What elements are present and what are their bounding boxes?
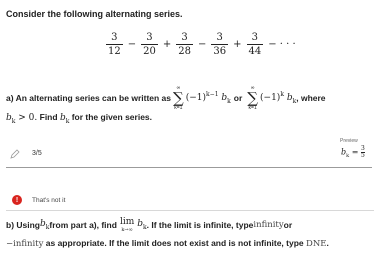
feedback-text: That's not it	[32, 196, 66, 204]
series-operator: +	[233, 38, 242, 50]
question-intro: Consider the following alternating serie…	[6, 9, 183, 19]
series-term-4: 3 36	[211, 31, 229, 57]
sum-symbol-2: ∞ ∑ k=1	[247, 85, 258, 111]
or-text: or	[233, 93, 243, 103]
form1: (−1)k−1 bk	[185, 91, 231, 105]
limit-expression: lim k→∞	[119, 217, 135, 233]
form2: (−1)k bk	[260, 91, 297, 105]
feedback-message: ! That's not it	[12, 195, 65, 205]
series-operator: −	[197, 38, 207, 50]
series-term-1: 3 12	[106, 31, 123, 57]
answer-input-field[interactable]	[6, 140, 372, 168]
series-term-3: 3 28	[176, 31, 193, 57]
preview-label: Preview	[340, 138, 358, 144]
answer-value: 3/5	[32, 150, 42, 157]
part-a-line1: a) An alternating series can be written …	[6, 85, 326, 111]
error-icon: !	[12, 195, 22, 205]
sum-lower-limit: k=1	[248, 105, 257, 111]
where-text: , where	[296, 93, 326, 103]
series-operator: +	[162, 38, 172, 50]
series-term-5: 3 44	[246, 31, 264, 57]
divider	[6, 210, 374, 211]
sigma-glyph: ∑	[173, 89, 184, 107]
pencil-icon	[10, 149, 20, 159]
sigma-glyph: ∑	[247, 89, 259, 107]
sum-lower-limit: k=1	[174, 105, 183, 111]
part-a-line2: bk > 0. Find bk for the given series.	[6, 112, 153, 125]
series-operator: −	[127, 38, 137, 50]
sum-symbol-1: ∞ ∑ k=1	[173, 85, 184, 111]
series-operator: − · · ·	[268, 38, 296, 50]
part-b-line2: −infinity as appropriate. If the limit d…	[6, 238, 329, 249]
part-a-prefix: a) An alternating series can be written …	[6, 93, 172, 103]
series-expression: 3 12−3 20 +3 28−3 36 +3 44− · · ·	[103, 27, 298, 61]
preview-value: bk = 35	[341, 145, 365, 160]
part-b-line1: b) Using bk from part a), find lim k→∞ bk…	[6, 217, 293, 233]
series-term-2: 3 20	[141, 31, 158, 57]
